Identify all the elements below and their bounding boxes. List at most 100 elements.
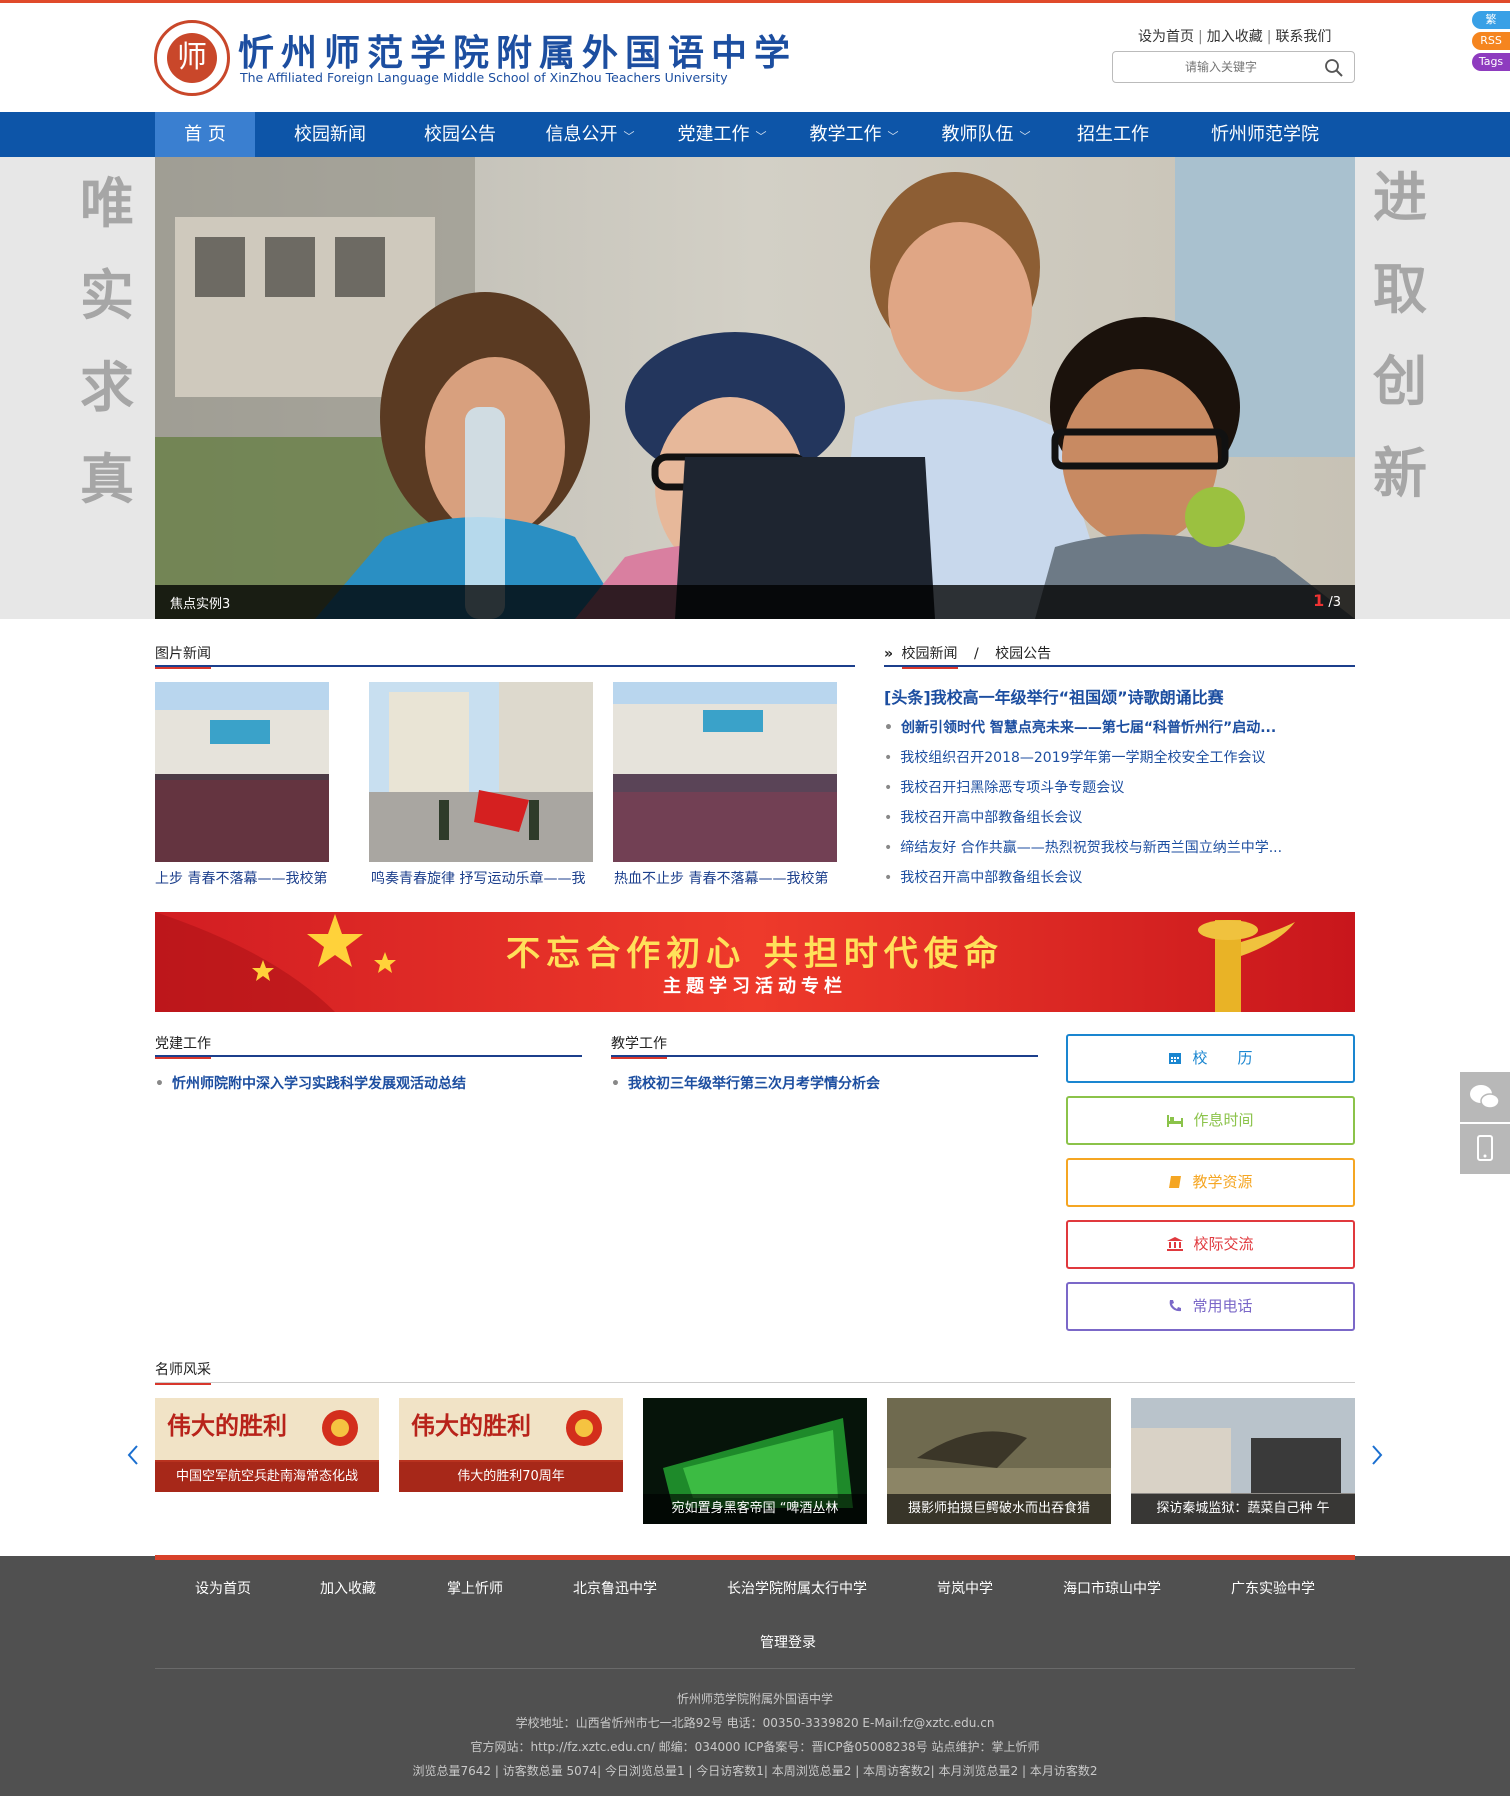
tab-campus-notice[interactable]: 校园公告 <box>995 646 1051 662</box>
theme-banner-title: 不忘合作初心 共担时代使命 <box>506 934 1004 974</box>
search-icon[interactable] <box>1324 58 1344 78</box>
teacher-card[interactable]: 伟大的胜利 中国空军航空兵赴南海常态化战 <box>155 1398 379 1492</box>
party-header: 党建工作 <box>155 1033 582 1059</box>
phone-icon <box>1170 1300 1182 1312</box>
mobile-float-button[interactable] <box>1460 1124 1510 1174</box>
news-item[interactable]: • 我校组织召开2018—2019学年第一学期全校安全工作会议 <box>884 747 1266 767</box>
nav-campus-notice[interactable]: 校园公告 <box>405 112 515 157</box>
picture-news-caption-1[interactable]: 上步 青春不落幕——我校第 <box>155 868 329 888</box>
motto-right: 进取创新 <box>1373 165 1427 505</box>
footer-link-favorite[interactable]: 加入收藏 <box>320 1578 376 1598</box>
motto-left: 唯实求真 <box>80 171 134 511</box>
tags-tag[interactable]: Tags <box>1472 53 1510 71</box>
footer-accent-line <box>155 1555 1355 1560</box>
traditional-chinese-tag[interactable]: 繁 <box>1472 11 1510 29</box>
teacher-card[interactable]: 伟大的胜利 伟大的胜利70周年 <box>399 1398 623 1492</box>
exchange-button[interactable]: 校际交流 <box>1066 1220 1355 1269</box>
nav-teaching[interactable]: 教学工作 ﹀ <box>799 112 909 157</box>
footer-link-guangdong[interactable]: 广东实验中学 <box>1231 1578 1315 1598</box>
news-item[interactable]: • 创新引领时代 智慧点亮未来——第七届“科普忻州行”启动... <box>884 717 1276 737</box>
teacher-caption: 宛如置身黑客帝国 “啤酒丛林 <box>643 1494 867 1524</box>
news-item[interactable]: • 我校召开扫黑除恶专项斗争专题会议 <box>884 777 1124 797</box>
teaching-title[interactable]: 教学工作 <box>611 1033 667 1059</box>
site-logo[interactable]: 师 忻州师范学院附属外国语中学 The Affiliated Foreign L… <box>154 20 790 100</box>
nav-admission[interactable]: 招生工作 <box>1063 112 1163 157</box>
teaching-header: 教学工作 <box>611 1033 1038 1059</box>
set-homepage-link[interactable]: 设为首页 <box>1138 29 1194 45</box>
poster-text: 伟大的胜利 <box>167 1411 287 1440</box>
focus-banner: 唯实求真 进取创新 焦点实例3 1 /3 <box>0 157 1510 619</box>
logo-title-en: The Affiliated Foreign Language Middle S… <box>240 70 728 85</box>
top-accent-line <box>0 0 1510 3</box>
teacher-card[interactable]: 探访秦城监狱：蔬菜自己种 午 <box>1131 1398 1355 1524</box>
footer-divider <box>155 1668 1355 1669</box>
news-tabs: » 校园新闻 / 校园公告 <box>884 643 1051 673</box>
rss-tag[interactable]: RSS <box>1472 32 1510 50</box>
news-item[interactable]: • 我校召开高中部教备组长会议 <box>884 807 1082 827</box>
news-item[interactable]: • 我校召开高中部教备组长会议 <box>884 867 1082 887</box>
chevron-down-icon: ﹀ <box>623 130 635 143</box>
picture-news-image-3[interactable] <box>613 682 837 862</box>
nav-info-public[interactable]: 信息公开 ﹀ <box>535 112 645 157</box>
picture-news-image-2[interactable] <box>369 682 593 862</box>
main-nav: 首 页 校园新闻 校园公告 信息公开 ﹀ 党建工作 ﹀ 教学工作 ﹀ 教师队伍 ﹀ 招生… <box>0 112 1510 157</box>
teacher-caption: 摄影师拍摄巨鳄破水而出吞食猎 <box>887 1494 1111 1524</box>
picture-news-caption-3[interactable]: 热血不止步 青春不落幕——我校第 <box>614 868 836 888</box>
nav-campus-news[interactable]: 校园新闻 <box>275 112 385 157</box>
party-item[interactable]: • 忻州师院附中深入学习实践科学发展观活动总结 <box>155 1073 466 1093</box>
footer-link-taihang[interactable]: 长治学院附属太行中学 <box>727 1578 867 1598</box>
school-seal: 师 <box>154 20 230 96</box>
tab-separator: / <box>973 646 979 662</box>
schedule-button[interactable]: 作息时间 <box>1066 1096 1355 1145</box>
teacher-card[interactable]: 宛如置身黑客帝国 “啤酒丛林 <box>643 1398 867 1524</box>
tab-campus-news[interactable]: 校园新闻 <box>901 643 958 669</box>
banner-photo[interactable]: 焦点实例3 1 /3 <box>155 157 1355 619</box>
news-item[interactable]: • 缔结友好 合作共赢——热烈祝贺我校与新西兰国立纳兰中学... <box>884 837 1282 857</box>
double-arrow-icon: » <box>884 646 894 662</box>
nav-teachers[interactable]: 教师队伍 ﹀ <box>931 112 1041 157</box>
footer-website: 官方网站：http://fz.xztc.edu.cn/ 邮编：034000 IC… <box>470 1740 1040 1754</box>
chevron-down-icon: ﹀ <box>887 130 899 143</box>
picture-news-caption-2[interactable]: 鸣奏青春旋律 抒写运动乐章——我 <box>371 868 593 888</box>
teacher-caption: 中国空军航空兵赴南海常态化战 <box>155 1462 379 1492</box>
contact-link[interactable]: 联系我们 <box>1275 29 1331 45</box>
teacher-card[interactable]: 摄影师拍摄巨鳄破水而出吞食猎 <box>887 1398 1111 1524</box>
bank-icon <box>1167 1237 1184 1251</box>
bed-icon <box>1167 1115 1184 1127</box>
carousel-prev-icon[interactable] <box>126 1444 140 1466</box>
nav-home[interactable]: 首 页 <box>155 112 255 157</box>
footer-link-mobile[interactable]: 掌上忻师 <box>447 1578 503 1598</box>
wechat-icon <box>1470 1085 1500 1109</box>
chevron-down-icon: ﹀ <box>1019 130 1031 143</box>
footer-link-luxun[interactable]: 北京鲁迅中学 <box>573 1578 657 1598</box>
party-title[interactable]: 党建工作 <box>155 1033 211 1059</box>
banner-pager: 1 /3 <box>1313 591 1341 610</box>
wechat-float-button[interactable] <box>1460 1072 1510 1122</box>
picture-news-title[interactable]: 图片新闻 <box>155 643 211 669</box>
nav-party[interactable]: 党建工作 ﹀ <box>667 112 777 157</box>
mobile-icon <box>1477 1135 1493 1161</box>
add-favorite-link[interactable]: 加入收藏 <box>1207 29 1263 45</box>
footer-link-qiongshan[interactable]: 海口市琼山中学 <box>1063 1578 1161 1598</box>
admin-login-link[interactable]: 管理登录 <box>760 1632 816 1652</box>
seal-char: 师 <box>167 33 217 83</box>
footer-address: 学校地址：山西省忻州市七一北路92号 电话：00350-3339820 E-Ma… <box>515 1716 995 1730</box>
phone-button[interactable]: 常用电话 <box>1066 1282 1355 1331</box>
nav-university[interactable]: 忻州师范学院 <box>1195 112 1335 157</box>
footer-link-kelan[interactable]: 岢岚中学 <box>937 1578 993 1598</box>
search-input[interactable] <box>1121 57 1321 77</box>
banner-caption-bar: 焦点实例3 1 /3 <box>155 585 1355 619</box>
calendar-button[interactable]: 校 历 <box>1066 1034 1355 1083</box>
teaching-item[interactable]: • 我校初三年级举行第三次月考学情分析会 <box>611 1073 880 1093</box>
carousel-next-icon[interactable] <box>1370 1444 1384 1466</box>
theme-banner[interactable]: 不忘合作初心 共担时代使命 主题学习活动专栏 <box>155 912 1355 1012</box>
banner-caption[interactable]: 焦点实例3 <box>170 593 230 612</box>
teachers-title[interactable]: 名师风采 <box>155 1359 211 1385</box>
resources-button[interactable]: 教学资源 <box>1066 1158 1355 1207</box>
news-tabs-header: » 校园新闻 / 校园公告 <box>884 643 1355 669</box>
top-links: 设为首页 | 加入收藏 | 联系我们 <box>1138 29 1332 45</box>
footer-school-name: 忻州师范学院附属外国语中学 <box>676 1692 833 1706</box>
footer-link-homepage[interactable]: 设为首页 <box>195 1578 251 1598</box>
picture-news-image-1[interactable] <box>155 682 329 862</box>
headline-news[interactable]: [头条]我校高一年级举行“祖国颂”诗歌朗诵比赛 <box>884 684 1224 708</box>
